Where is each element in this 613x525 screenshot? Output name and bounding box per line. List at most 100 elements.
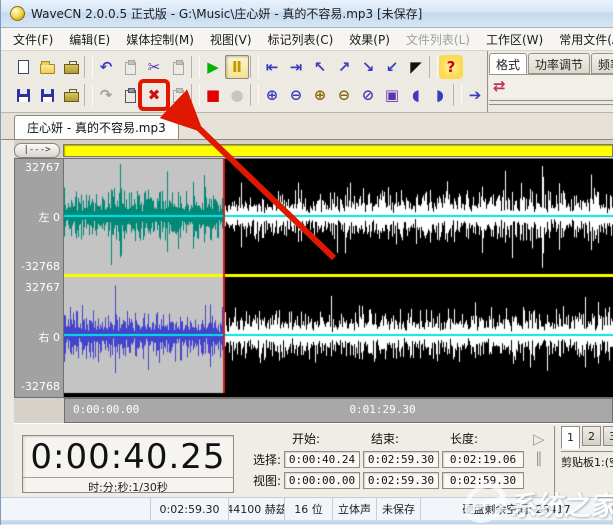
- extend-selection-icon: ↗: [338, 60, 351, 75]
- select-to-end-icon: ⇥: [290, 60, 303, 75]
- header-end: 结束:: [363, 430, 439, 447]
- zoom-out-vertical-icon: ⊖: [338, 88, 351, 103]
- zoom-to-selection-button[interactable]: ▣: [380, 83, 404, 107]
- zoom-in-horizontal-button[interactable]: ⊕: [260, 83, 284, 107]
- help-button[interactable]: ?: [439, 55, 463, 79]
- side-panel-grip[interactable]: [489, 100, 613, 106]
- invert-selection-button[interactable]: ◤: [404, 55, 428, 79]
- menu-item-media-control[interactable]: 媒体控制(M): [118, 28, 202, 51]
- paste-mix-button[interactable]: [166, 83, 190, 107]
- amplitude-scale: 32767左 0-3276832767右 0-32768: [14, 158, 64, 398]
- menu-item-marker-list[interactable]: 标记列表(C): [260, 28, 342, 51]
- menu-item-file-list[interactable]: 文件列表(L): [398, 28, 478, 51]
- menu-item-workspace[interactable]: 工作区(W): [478, 28, 551, 51]
- zoom-in-vertical-icon: ⊕: [314, 88, 327, 103]
- paste-button[interactable]: [118, 83, 142, 107]
- zoom-right-edge-button[interactable]: ◗: [428, 83, 452, 107]
- format-convert-icon[interactable]: ⇄: [493, 79, 506, 94]
- select-from-cursor-button[interactable]: ↖: [308, 55, 332, 79]
- zoom-left-edge-icon: ◖: [412, 88, 420, 103]
- redo-button[interactable]: ↷: [94, 83, 118, 107]
- play-button[interactable]: ▶: [201, 55, 225, 79]
- time-format-label[interactable]: 时:分:秒:1/30秒: [23, 477, 233, 495]
- window-bottom-border: [1, 520, 613, 524]
- ruler-start-label: 0:00:00.00: [73, 403, 139, 416]
- zoom-to-selection-icon: ▣: [385, 88, 399, 103]
- document-tab[interactable]: 庄心妍 - 真的不容易.mp3: [14, 115, 179, 139]
- zoom-in-vertical-button[interactable]: ⊕: [308, 83, 332, 107]
- view-start-field[interactable]: 0:00:00.00: [284, 472, 360, 489]
- waveform-display[interactable]: [64, 159, 613, 397]
- select-to-start-button[interactable]: ⇤: [260, 55, 284, 79]
- undo-button[interactable]: ↶: [94, 55, 118, 79]
- clipboard-tab-3[interactable]: 3: [603, 426, 613, 446]
- clipboard-tab-1[interactable]: 1: [561, 426, 580, 449]
- status-channels: 立体声: [333, 498, 377, 520]
- selection-start-field[interactable]: 0:00:40.24: [284, 451, 360, 468]
- save-file-button[interactable]: [11, 83, 35, 107]
- open-recent-folder-icon: [64, 64, 79, 74]
- open-recent-folder-button[interactable]: [59, 55, 83, 79]
- menu-item-view[interactable]: 视图(V): [202, 28, 260, 51]
- toolbar-separator: [250, 56, 259, 78]
- preview-play-icon[interactable]: ▷: [533, 432, 545, 447]
- zoom-normal-button[interactable]: ⊘: [356, 83, 380, 107]
- menu-item-edit[interactable]: 编辑(E): [61, 28, 118, 51]
- menu-item-common-files[interactable]: 常用文件(A): [551, 28, 613, 51]
- copy-to-new-icon: [173, 62, 184, 75]
- zoom-left-edge-button[interactable]: ◖: [404, 83, 428, 107]
- selection-length-field[interactable]: 0:02:19.06: [442, 451, 524, 468]
- overview-scroll-bar[interactable]: [63, 144, 613, 157]
- undo-icon: ↶: [100, 60, 113, 75]
- redo-icon: ↷: [100, 88, 113, 103]
- extend-selection-button[interactable]: ↗: [332, 55, 356, 79]
- clipboard-tab-2[interactable]: 2: [582, 426, 601, 446]
- title-bar[interactable]: WaveCN 2.0.0.5 正式版 - G:\Music\庄心妍 - 真的不容…: [1, 0, 613, 28]
- select-view-button[interactable]: ↙: [380, 55, 404, 79]
- zoom-out-horizontal-icon: ⊖: [290, 88, 303, 103]
- select-to-end-button[interactable]: ⇥: [284, 55, 308, 79]
- side-panel: 格式功率调节频率调节 ⇄: [487, 51, 613, 112]
- time-ruler[interactable]: 0:00:00.00 0:01:29.30: [64, 398, 613, 423]
- toolbar-separator: [250, 84, 259, 106]
- toolbar: ↶ ✂ ▶Ⅱ ⇤ ⇥ ↖ ↗ ↘ ↙ ◤? ↷ ✖ ■● ⊕ ⊖ ⊕ ⊖ ⊘ ▣ ◖ ◗ ➔ 格式功率调节频率调节 ⇄: [1, 51, 613, 113]
- time-display: 0:00:40.25 时:分:秒:1/30秒: [22, 435, 234, 493]
- select-region-button[interactable]: ↘: [356, 55, 380, 79]
- view-length-field[interactable]: 0:02:59.30: [442, 472, 524, 489]
- side-tab-frequency-adjust[interactable]: 频率调节: [591, 53, 613, 74]
- status-save-state: 未保存: [377, 498, 421, 520]
- toolbar-row-1: ↶ ✂ ▶Ⅱ ⇤ ⇥ ↖ ↗ ↘ ↙ ◤?: [11, 53, 487, 81]
- close-file-button[interactable]: [59, 83, 83, 107]
- open-file-button[interactable]: [35, 55, 59, 79]
- save-as-button[interactable]: [35, 83, 59, 107]
- selection-end-field[interactable]: 0:02:59.30: [363, 451, 439, 468]
- side-tab-format[interactable]: 格式: [489, 53, 527, 74]
- right-channel-zero-label: 右 0: [39, 329, 61, 345]
- paste-insert-icon: [125, 62, 136, 75]
- preview-pause-icon[interactable]: ∥: [535, 451, 543, 466]
- menu-item-file[interactable]: 文件(F): [5, 28, 61, 51]
- cut-icon: ✂: [148, 60, 161, 75]
- select-view-icon: ↙: [386, 60, 399, 75]
- toolbar-separator: [191, 84, 200, 106]
- document-tab-bar: 庄心妍 - 真的不容易.mp3: [1, 113, 613, 140]
- jump-button[interactable]: |--->: [14, 143, 60, 158]
- menu-item-effects[interactable]: 效果(P): [341, 28, 398, 51]
- wavecn-window: WaveCN 2.0.0.5 正式版 - G:\Music\庄心妍 - 真的不容…: [0, 0, 613, 525]
- status-sample-rate: 44100 赫兹: [229, 498, 285, 520]
- cut-button[interactable]: ✂: [142, 55, 166, 79]
- paste-icon: [125, 90, 136, 103]
- record-button[interactable]: ●: [225, 83, 249, 107]
- view-end-field[interactable]: 0:02:59.30: [363, 472, 439, 489]
- copy-to-new-button[interactable]: [166, 55, 190, 79]
- new-file-button[interactable]: [11, 55, 35, 79]
- left-channel-zero-label: 左 0: [39, 209, 61, 225]
- zoom-out-horizontal-button[interactable]: ⊖: [284, 83, 308, 107]
- side-tab-power-adjust[interactable]: 功率调节: [528, 53, 590, 74]
- zoom-out-vertical-button[interactable]: ⊖: [332, 83, 356, 107]
- pause-button[interactable]: Ⅱ: [225, 55, 249, 79]
- exit-button[interactable]: ➔: [463, 83, 487, 107]
- stop-button[interactable]: ■: [201, 83, 225, 107]
- paste-insert-button[interactable]: [118, 55, 142, 79]
- delete-selection-button[interactable]: ✖: [142, 83, 166, 107]
